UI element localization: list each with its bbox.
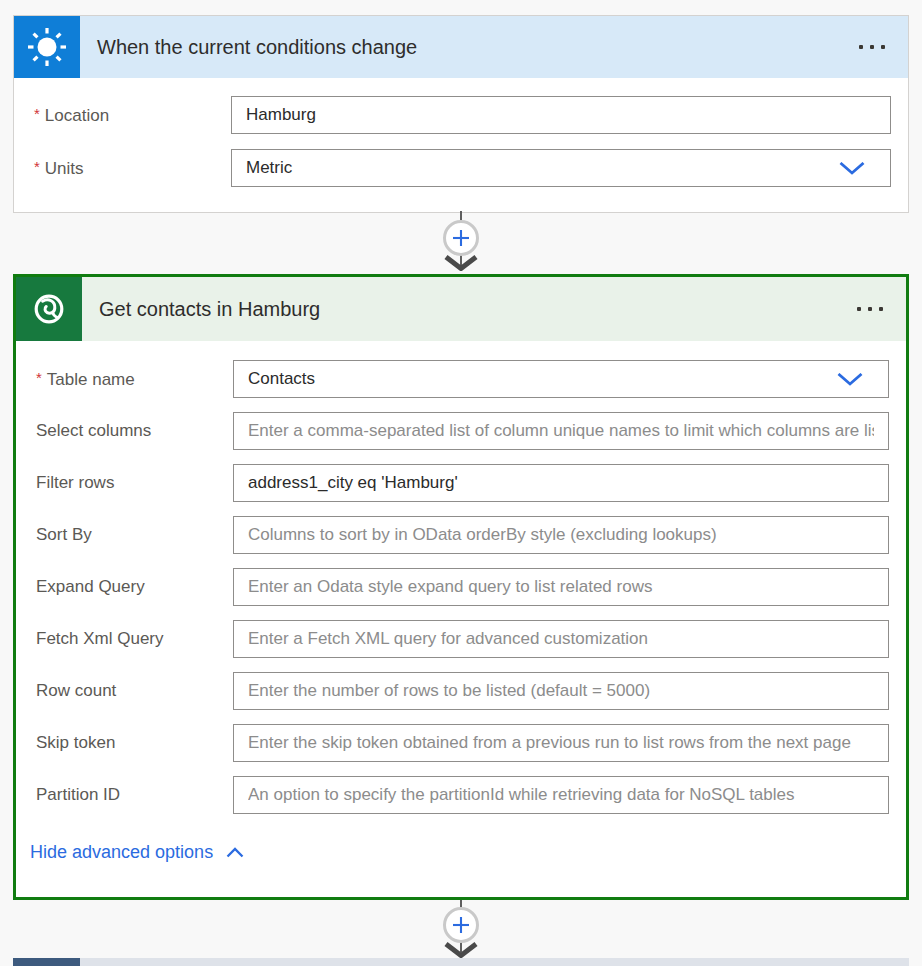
action-card-title: Get contacts in Hamburg (82, 277, 857, 341)
required-asterisk: * (34, 158, 40, 175)
field-row: Select columns (16, 412, 889, 450)
field-label: Row count (16, 681, 233, 701)
arrow-down-icon (444, 255, 478, 271)
trigger-card-header[interactable]: When the current conditions change (14, 16, 908, 78)
filter-rows-input[interactable] (233, 464, 889, 502)
field-row: Filter rows (16, 464, 889, 502)
required-asterisk: * (34, 105, 40, 122)
sun-icon (14, 16, 80, 78)
fetch-xml-query-input[interactable] (233, 620, 889, 658)
trigger-menu-button[interactable] (859, 16, 908, 78)
field-row: Sort By (16, 516, 889, 554)
row-count-input[interactable] (233, 672, 889, 710)
field-label: *Units (14, 158, 231, 179)
expand-query-input[interactable] (233, 568, 889, 606)
sort-by-input[interactable] (233, 516, 889, 554)
next-card-header[interactable] (80, 958, 909, 966)
field-label: Sort By (16, 525, 233, 545)
field-label: Select columns (16, 421, 233, 441)
field-label: Skip token (16, 733, 233, 753)
chevron-down-icon[interactable] (837, 373, 863, 386)
next-card-icon (13, 958, 80, 966)
units-select[interactable] (231, 149, 891, 187)
trigger-card-body: *Location *Units (14, 78, 908, 187)
field-row: Partition ID (16, 776, 889, 814)
trigger-card-title: When the current conditions change (80, 16, 859, 78)
arrow-down-icon (444, 942, 478, 958)
action-card: Get contacts in Hamburg *Table name Sele… (13, 274, 909, 900)
field-label: Fetch Xml Query (16, 629, 233, 649)
required-asterisk: * (36, 369, 42, 386)
insert-step-button[interactable] (443, 220, 479, 256)
field-label: *Location (14, 105, 231, 126)
field-row: *Table name (16, 360, 889, 398)
select-columns-input[interactable] (233, 412, 889, 450)
action-card-body: *Table name Select columns Filter rows S… (16, 341, 906, 863)
field-row: *Location (14, 96, 891, 134)
location-input[interactable] (231, 96, 891, 134)
insert-step-button[interactable] (443, 907, 479, 943)
action-card-header[interactable]: Get contacts in Hamburg (16, 277, 906, 341)
skip-token-input[interactable] (233, 724, 889, 762)
trigger-card: When the current conditions change *Loca… (13, 15, 909, 213)
field-label: Partition ID (16, 785, 233, 805)
flow-designer-canvas: When the current conditions change *Loca… (0, 0, 922, 966)
field-row: *Units (14, 149, 891, 187)
field-row: Skip token (16, 724, 889, 762)
field-label: *Table name (16, 369, 233, 390)
chevron-down-icon[interactable] (839, 162, 865, 175)
field-row: Row count (16, 672, 889, 710)
chevron-up-icon (226, 847, 244, 858)
field-label: Filter rows (16, 473, 233, 493)
dataverse-icon (16, 277, 82, 341)
partition-id-input[interactable] (233, 776, 889, 814)
hide-advanced-options-link[interactable]: Hide advanced options (30, 842, 906, 863)
table-name-select[interactable] (233, 360, 889, 398)
field-row: Fetch Xml Query (16, 620, 889, 658)
field-row: Expand Query (16, 568, 889, 606)
field-label: Expand Query (16, 577, 233, 597)
action-menu-button[interactable] (857, 277, 906, 341)
